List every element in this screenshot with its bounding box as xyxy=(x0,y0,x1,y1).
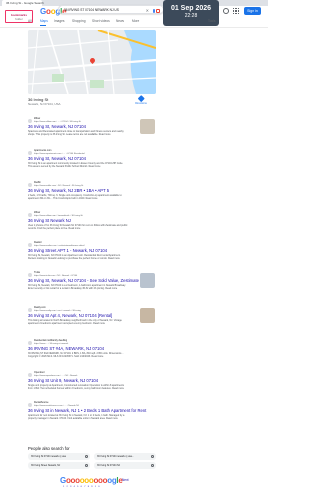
result-title-link[interactable]: 36 Irving St, Newark, NJ 2BR • 1BA • APT… xyxy=(28,188,156,194)
site-favicon-icon xyxy=(28,372,32,377)
active-tab-indicator xyxy=(40,25,46,26)
result-snippet: 36 Irving St is an apartment community l… xyxy=(28,162,124,168)
site-favicon-icon xyxy=(28,150,32,155)
page-number[interactable]: 10 xyxy=(95,486,102,488)
result-title-link[interactable]: 36 IRVING ST #4A, NEWARK, NJ 07104 xyxy=(28,346,156,352)
site-favicon-icon xyxy=(28,402,32,407)
search-query-text: 36 IRVING ST 07104 NEWARK NJ US xyxy=(64,8,119,12)
pagination-logo: Goooooooooogle xyxy=(60,476,123,485)
search-icon xyxy=(85,464,88,467)
tab-all[interactable]: All xyxy=(28,18,32,24)
tab-shopping[interactable]: Shopping xyxy=(72,18,85,24)
related-searches-heading: People also search for xyxy=(28,446,70,451)
result-url: https://www.realtor.com › realestateandh… xyxy=(34,244,85,247)
result-url: https://www.apartments.com › ... › 07104… xyxy=(34,152,85,155)
result-title-link[interactable]: 36 Irving St in Newark, NJ 1 • 2 Beds 1 … xyxy=(28,408,156,414)
result-title-link[interactable]: 36 Irving St, Newark, NJ 07104 xyxy=(28,156,156,162)
result-thumbnail[interactable] xyxy=(140,308,155,323)
tab-maps[interactable]: Maps xyxy=(40,18,48,24)
result-snippet: Spacious and Renovated apartment close t… xyxy=(28,130,124,136)
result-title-link[interactable]: 36 Irving St, Newark, NJ 07104 xyxy=(28,124,156,130)
site-favicon-icon xyxy=(28,307,32,312)
result-title-link[interactable]: 36 Irving St, Newark, NJ 07104 - See Sol… xyxy=(28,278,156,284)
related-search-chip[interactable]: 36 Irving St 07104 newark nj usa... xyxy=(94,453,156,460)
result-snippet: Single unit property at Apartment, Const… xyxy=(28,384,124,390)
related-search-text: 36 Irving St 07104 newark nj usa xyxy=(31,455,66,458)
result-snippet: 36 IRVING ST #4A NEWARK, NJ 07104. 2 BDS… xyxy=(28,352,124,358)
result-site[interactable]: Zillow https://www.zillow.com › homedeta… xyxy=(28,211,138,217)
result-title-link[interactable]: 36 Irving Street APT 1 - Newark, NJ 0710… xyxy=(28,248,156,254)
site-favicon-icon xyxy=(28,242,32,247)
map-preview[interactable] xyxy=(28,30,156,94)
result-site[interactable]: Residential multifamily dwelling https:/… xyxy=(28,339,138,345)
microphone-icon[interactable] xyxy=(153,8,155,13)
lens-icon[interactable] xyxy=(156,8,160,13)
result-site[interactable]: Apartments.com https://www.apartments.co… xyxy=(28,149,138,155)
result-site[interactable]: Trulia https://www.trulia.com › NJ › New… xyxy=(28,271,138,277)
site-favicon-icon xyxy=(28,340,32,345)
result-site[interactable]: RentalSource https://www.rentalsource.co… xyxy=(28,401,138,407)
related-search-text: 36 Irving St 07104 newark nj usa... xyxy=(97,455,134,458)
header-divider xyxy=(0,27,268,28)
search-input[interactable]: 36 IRVING ST 07104 NEWARK NJ US ✕ xyxy=(58,5,164,14)
browser-tab-title: 36 Irving St - Google Search xyxy=(6,1,44,5)
result-site[interactable]: Redfin https://www.redfin.com › NJ › New… xyxy=(28,181,138,187)
related-search-text: 36 Irving St 07104 NJ xyxy=(97,464,120,467)
sign-in-button[interactable]: Sign in xyxy=(244,7,261,15)
site-favicon-icon xyxy=(28,182,32,187)
site-favicon-icon xyxy=(28,212,32,217)
result-url: https://www.zillow.com › ... › 07104 › 3… xyxy=(34,120,81,123)
result-thumbnail[interactable] xyxy=(140,119,155,134)
clear-icon[interactable]: ✕ xyxy=(146,6,149,15)
result-url: https://www.zillow.com › homedetails › 3… xyxy=(34,214,83,217)
result-snippet: This listing at located in North Broadwa… xyxy=(28,319,122,325)
tab-short-videos[interactable]: Short videos xyxy=(92,18,110,24)
directions-button[interactable]: Directions xyxy=(129,95,153,108)
tab-more[interactable]: More xyxy=(132,18,139,24)
result-url: https://www.redfin.com › NJ › Newark › 3… xyxy=(34,184,84,187)
pagination-pages[interactable]: 12345678910 xyxy=(63,486,102,488)
directions-icon xyxy=(137,95,145,102)
directions-label: Directions xyxy=(135,102,147,105)
tab-images[interactable]: Images xyxy=(54,18,64,24)
related-search-chip[interactable]: 36 Irving Street Newark, NJ xyxy=(28,462,90,469)
result-url: https://www.realty.com › rent › newark ›… xyxy=(34,309,81,312)
result-snippet: 36 Irving St, Newark, NJ 07104 is an Apa… xyxy=(28,254,121,260)
result-url: https://www.... › 36-irving-st-newark xyxy=(34,342,69,345)
result-site[interactable]: Realtor https://www.realtor.com › reales… xyxy=(28,241,138,247)
result-snippet: View 1 photos of for 36 Irving St Newark… xyxy=(28,224,128,230)
apps-grid-icon[interactable] xyxy=(233,8,239,14)
related-search-chip[interactable]: 36 Irving St 07104 NJ xyxy=(94,462,156,469)
place-address: Newark, NJ 07104, USA xyxy=(28,102,61,106)
result-url: https://www.rentalsource.com › ... › New… xyxy=(34,404,79,407)
search-icon xyxy=(151,455,154,458)
browser-tab[interactable]: 36 Irving St - Google Search xyxy=(2,0,44,6)
result-site[interactable]: Opendoor https://www.opendoor.com › ... … xyxy=(28,371,138,377)
clock-date: 01 Sep 2026 xyxy=(170,5,212,12)
next-page-link[interactable]: Next xyxy=(122,478,129,482)
related-search-chip[interactable]: 36 Irving St 07104 newark nj usa xyxy=(28,453,90,460)
related-search-text: 36 Irving Street Newark, NJ xyxy=(31,464,61,467)
result-title-link[interactable]: 36 Irving St Newark NJ xyxy=(28,218,156,224)
result-snippet: 2 beds, 1.5 baths, 790 sq. ft. Single un… xyxy=(28,194,122,200)
site-favicon-icon xyxy=(28,118,32,123)
result-thumbnail[interactable] xyxy=(140,273,155,288)
result-url: https://www.opendoor.com › ... › NJ › Ne… xyxy=(34,374,78,377)
gear-icon[interactable] xyxy=(223,8,229,14)
site-favicon-icon xyxy=(28,272,32,277)
result-snippet: 36 Irving St, Newark, NJ 07104 is a 2-be… xyxy=(28,284,126,290)
result-title-link[interactable]: 36 Irving St Unit 9, Newark, NJ 07104 xyxy=(28,378,156,384)
result-site[interactable]: Realty.com https://www.realty.com › rent… xyxy=(28,306,138,312)
tools-button[interactable]: Tools xyxy=(208,18,215,24)
search-icon xyxy=(85,455,88,458)
search-icon xyxy=(151,464,154,467)
result-site[interactable]: Zillow https://www.zillow.com › ... › 07… xyxy=(28,117,138,123)
result-snippet: Apartment for rent located at 36 Irving … xyxy=(28,414,125,420)
result-title-link[interactable]: 36 Irving St Apt 4, Newark, NJ 07104 [Re… xyxy=(28,313,156,319)
tab-news[interactable]: News xyxy=(116,18,124,24)
result-url: https://www.trulia.com › NJ › Newark › 0… xyxy=(34,274,78,277)
